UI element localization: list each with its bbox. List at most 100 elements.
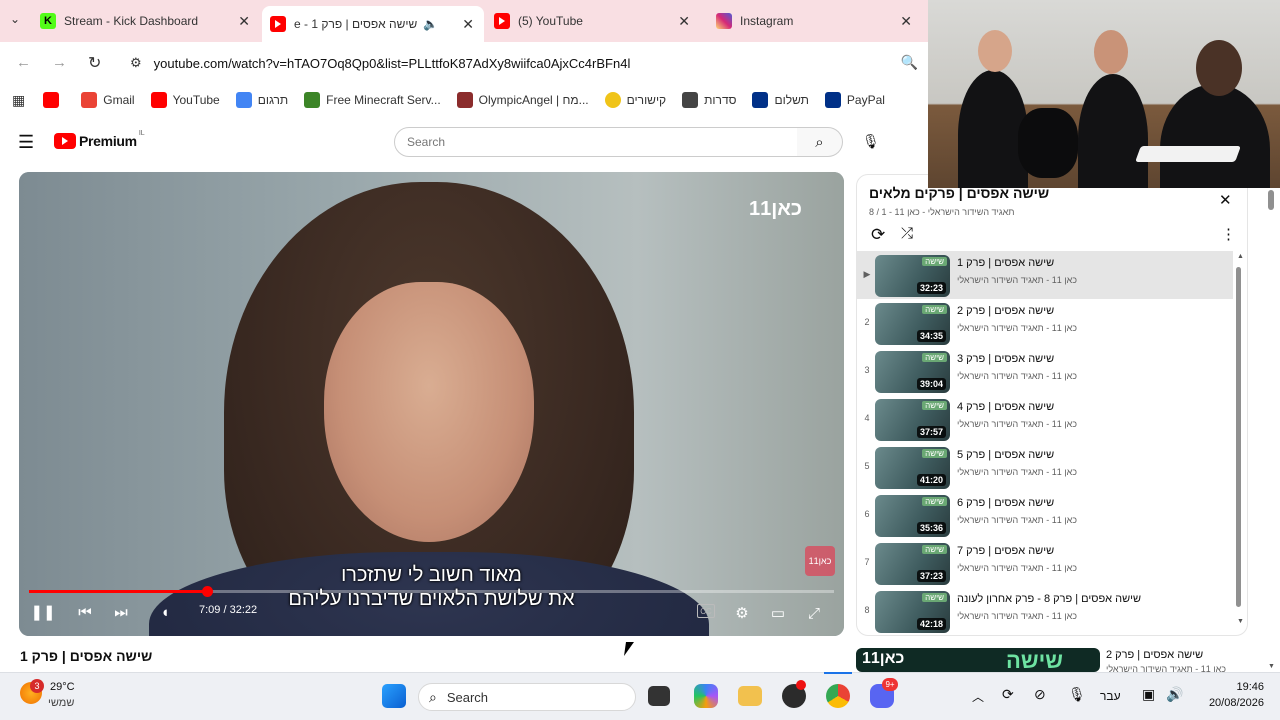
youtube-premium-logo[interactable]: Premium IL xyxy=(54,130,145,149)
progress-bar[interactable] xyxy=(29,586,834,597)
tray-overflow-icon[interactable]: ︿ xyxy=(972,688,984,705)
phone-link-icon[interactable]: ▣ xyxy=(1142,686,1155,703)
shuffle-icon[interactable]: ⤮ xyxy=(901,225,913,242)
bookmark-series[interactable]: סדרות xyxy=(682,92,736,108)
thumbnail-label: שישה xyxy=(922,593,947,602)
reload-icon[interactable]: ↻ xyxy=(88,53,101,73)
playlist-item[interactable]: 2 שישה 34:35 שישה אפסים | פרק 2 כאן 11 - תאג… xyxy=(857,299,1233,347)
volume-icon[interactable]: ◖ xyxy=(157,604,173,621)
back-arrow-icon[interactable]: ← xyxy=(16,54,31,71)
playlist-scrollbar[interactable]: ▲ ▼ xyxy=(1235,253,1244,625)
speaker-icon[interactable]: 🔊 xyxy=(1166,686,1183,703)
video-thumbnail[interactable]: שישה 35:36 xyxy=(875,495,950,537)
file-explorer-icon[interactable] xyxy=(738,686,762,706)
video-thumbnail[interactable]: שישה 42:18 xyxy=(875,591,950,633)
tab-search-chevron-icon[interactable]: ⌄ xyxy=(10,12,20,26)
playlist-item[interactable]: 7 שישה 37:23 שישה אפסים | פרק 7 כאן 11 - תאג… xyxy=(857,539,1233,587)
speaker-icon[interactable]: 🔈 xyxy=(423,17,438,31)
video-thumbnail[interactable]: שישה 37:23 xyxy=(875,543,950,585)
close-tab-icon[interactable]: ✕ xyxy=(462,16,474,33)
tab-instagram[interactable]: Instagram ✕ xyxy=(716,6,922,36)
copilot-icon[interactable] xyxy=(694,684,718,708)
microphone-icon[interactable]: 🎙 xyxy=(1068,686,1086,703)
microphone-icon[interactable]: 🎙 xyxy=(862,133,880,151)
bookmark-gmail[interactable]: Gmail xyxy=(81,92,135,108)
close-tab-icon[interactable]: ✕ xyxy=(678,13,690,30)
video-duration: 41:20 xyxy=(916,474,946,486)
weather-sun-icon[interactable]: 3 xyxy=(20,679,44,704)
video-thumbnail[interactable]: שישה 37:57 xyxy=(875,399,950,441)
search-button[interactable]: ⌕ xyxy=(797,127,843,157)
obs-icon[interactable] xyxy=(782,680,806,708)
bookmark-paypal[interactable]: PayPal xyxy=(824,92,885,108)
bookmark-translate[interactable]: תרגום xyxy=(235,92,288,108)
bookmark-label: PayPal xyxy=(846,93,885,107)
discord-icon[interactable]: 9+ xyxy=(870,678,898,708)
scrubber-handle[interactable] xyxy=(201,586,213,597)
miniplayer-icon[interactable]: ▭ xyxy=(769,604,787,622)
playlist-item[interactable]: ▶ שישה 32:23 שישה אפסים | פרק 1 כאן 11 - תאג… xyxy=(857,251,1233,299)
video-thumbnail[interactable]: שישה 34:35 xyxy=(875,303,950,345)
captions-icon[interactable]: CC xyxy=(697,604,715,618)
video-thumbnail[interactable]: שישה 32:23 xyxy=(875,255,950,297)
chrome-icon[interactable] xyxy=(826,684,850,708)
forward-arrow-icon[interactable]: → xyxy=(52,54,67,71)
windows-start-icon[interactable] xyxy=(382,684,406,708)
close-tab-icon[interactable]: ✕ xyxy=(238,13,250,30)
url-text: youtube.com/watch?v=hTAO7Oq8Qp0&list=PLL… xyxy=(153,55,631,71)
playlist-item[interactable]: 8 שישה 42:18 שישה אפסים | פרק 8 - פרק אחרון… xyxy=(857,587,1233,635)
bookmark-youtube-1[interactable] xyxy=(43,92,65,108)
language-indicator[interactable]: עבר xyxy=(1100,689,1121,703)
previous-icon[interactable]: ⏮ xyxy=(77,604,93,621)
more-vertical-icon[interactable]: ⋮ xyxy=(1221,225,1236,243)
bookmark-label: YouTube xyxy=(172,93,220,107)
sync-icon[interactable]: ⟳ xyxy=(1002,686,1014,703)
apps-grid-icon[interactable]: ▦ xyxy=(12,92,25,109)
fullscreen-icon[interactable]: ⤢ xyxy=(805,604,823,622)
address-bar[interactable]: ⚙ youtube.com/watch?v=hTAO7Oq8Qp0&list=P… xyxy=(122,48,922,78)
close-icon[interactable]: ✕ xyxy=(1219,191,1232,209)
video-title: שישה אפסים | פרק 1 xyxy=(20,648,153,664)
clock-time[interactable]: 19:46 xyxy=(1204,681,1264,693)
playlist-item[interactable]: 4 שישה 37:57 שישה אפסים | פרק 4 כאן 11 - תאג… xyxy=(857,395,1233,443)
clock-date[interactable]: 20/08/2026 xyxy=(1200,697,1264,709)
search-input[interactable]: Search xyxy=(394,127,798,157)
page-scrollbar[interactable]: ▼ xyxy=(1266,190,1276,672)
discord-badge: 9+ xyxy=(882,678,898,691)
playlist-item[interactable]: 5 שישה 41:20 שישה אפסים | פרק 5 כאן 11 - תאג… xyxy=(857,443,1233,491)
recommendation-thumbnail[interactable]: כאן11 שישה xyxy=(856,648,1100,672)
playlist-item[interactable]: 3 שישה 39:04 שישה אפסים | פרק 3 כאן 11 - תאג… xyxy=(857,347,1233,395)
recommendation-title[interactable]: שישה אפסים | פרק 2 xyxy=(1106,649,1203,661)
close-tab-icon[interactable]: ✕ xyxy=(900,13,912,30)
playlist-index: 2 xyxy=(864,317,870,327)
bookmark-youtube-2[interactable]: YouTube xyxy=(150,92,220,108)
next-icon[interactable]: ⏭ xyxy=(113,604,129,621)
settings-gear-icon[interactable]: ⚙ xyxy=(733,604,751,622)
tab-title: Stream - Kick Dashboard xyxy=(64,14,199,28)
bookmark-links[interactable]: קישורים xyxy=(604,92,666,108)
bookmark-payment[interactable]: תשלום xyxy=(752,92,809,108)
taskbar-search[interactable]: ⌕ Search xyxy=(418,683,636,711)
tab-kick[interactable]: K Stream - Kick Dashboard ✕ xyxy=(40,6,260,36)
bookmark-olympic[interactable]: OlympicAngel | מח... xyxy=(456,92,589,108)
video-thumbnail[interactable]: שישה 39:04 xyxy=(875,351,950,393)
tab-youtube[interactable]: (5) YouTube ✕ xyxy=(494,6,700,36)
video-player[interactable]: כאן11 כאן11 מאוד חשוב לי שתזכרו את שלושת… xyxy=(19,172,844,636)
pause-icon[interactable]: ❚❚ xyxy=(30,604,55,621)
task-view-icon[interactable] xyxy=(648,686,670,706)
video-duration: 39:04 xyxy=(916,378,946,390)
zoom-icon[interactable]: 🔍 xyxy=(901,54,918,71)
weather-temp[interactable]: 29°C xyxy=(50,681,75,693)
bookmark-minecraft[interactable]: Free Minecraft Serv... xyxy=(304,92,441,108)
playlist-index: ▶ xyxy=(863,269,871,279)
menu-icon[interactable]: ☰ xyxy=(18,132,34,153)
thumbnail-label: שישה xyxy=(922,497,947,506)
youtube-icon xyxy=(150,92,167,108)
network-off-icon[interactable]: ⊘ xyxy=(1034,686,1046,703)
loop-icon[interactable]: ⟳ xyxy=(871,225,885,245)
site-settings-icon[interactable]: ⚙ xyxy=(130,55,142,71)
tab-active-video[interactable]: שישה אפסים | פרק 1 - e 🔈 ✕ xyxy=(262,6,484,42)
playlist-item-channel: כאן 11 - תאגיד השידור הישראלי xyxy=(957,371,1077,381)
video-thumbnail[interactable]: שישה 41:20 xyxy=(875,447,950,489)
playlist-item[interactable]: 6 שישה 35:36 שישה אפסים | פרק 6 כאן 11 - תאג… xyxy=(857,491,1233,539)
